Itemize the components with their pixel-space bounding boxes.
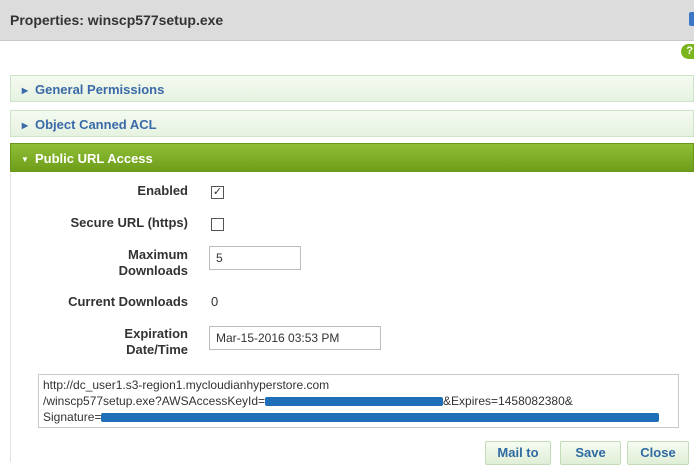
current-downloads-value: 0 — [211, 294, 219, 309]
secure-url-label: Secure URL (https) — [70, 215, 189, 230]
section-object-canned-acl[interactable]: ▶ Object Canned ACL — [10, 110, 694, 137]
url-line-2-prefix: /winscp577setup.exe?AWSAccessKeyId= — [43, 394, 266, 408]
url-line-3: Signature= — [43, 409, 674, 425]
section-label: General Permissions — [35, 82, 165, 97]
caret-right-icon: ▶ — [21, 86, 29, 95]
dialog-titlebar: Properties: winscp577setup.exe — [0, 0, 694, 41]
max-downloads-label-line2: Downloads — [118, 263, 188, 278]
url-line-3-prefix: Signature= — [43, 410, 102, 424]
redacted-access-key — [265, 397, 444, 407]
save-button[interactable]: Save — [560, 441, 621, 465]
url-line-2-suffix: &Expires=1458082380& — [443, 394, 573, 408]
url-line-1: http://dc_user1.s3-region1.mycloudianhyp… — [43, 378, 330, 392]
max-downloads-label-line1: Maximum — [128, 247, 188, 262]
section-label: Public URL Access — [35, 151, 153, 166]
caret-down-icon: ▼ — [21, 155, 29, 164]
current-downloads-label: Current Downloads — [68, 294, 188, 309]
max-downloads-input[interactable] — [209, 246, 301, 270]
help-icon[interactable]: ? — [681, 44, 694, 59]
section-label: Object Canned ACL — [35, 117, 157, 132]
section-public-url-access[interactable]: ▼ Public URL Access — [10, 143, 694, 172]
caret-right-icon: ▶ — [21, 121, 29, 130]
close-button[interactable]: Close — [627, 441, 689, 465]
max-downloads-label: Maximum Downloads — [119, 247, 188, 279]
expiration-label: Expiration Date/Time — [124, 326, 188, 358]
public-url-textarea[interactable]: http://dc_user1.s3-region1.mycloudianhyp… — [38, 374, 679, 428]
enabled-checkbox[interactable]: ✓ — [211, 186, 224, 199]
secure-url-checkbox[interactable] — [211, 218, 224, 231]
expiration-label-line1: Expiration — [124, 326, 188, 341]
url-line-2: /winscp577setup.exe?AWSAccessKeyId= &Expi… — [43, 393, 674, 409]
section-general-permissions[interactable]: ▶ General Permissions — [10, 75, 694, 102]
expiration-datetime-input[interactable] — [209, 326, 381, 350]
expiration-label-line2: Date/Time — [126, 342, 188, 357]
checkmark-icon: ✓ — [212, 186, 223, 198]
mail-to-button[interactable]: Mail to — [485, 441, 551, 465]
dialog-title: Properties: winscp577setup.exe — [10, 12, 224, 28]
enabled-label: Enabled — [137, 183, 188, 198]
redacted-signature — [101, 413, 660, 423]
close-icon[interactable] — [689, 12, 694, 26]
